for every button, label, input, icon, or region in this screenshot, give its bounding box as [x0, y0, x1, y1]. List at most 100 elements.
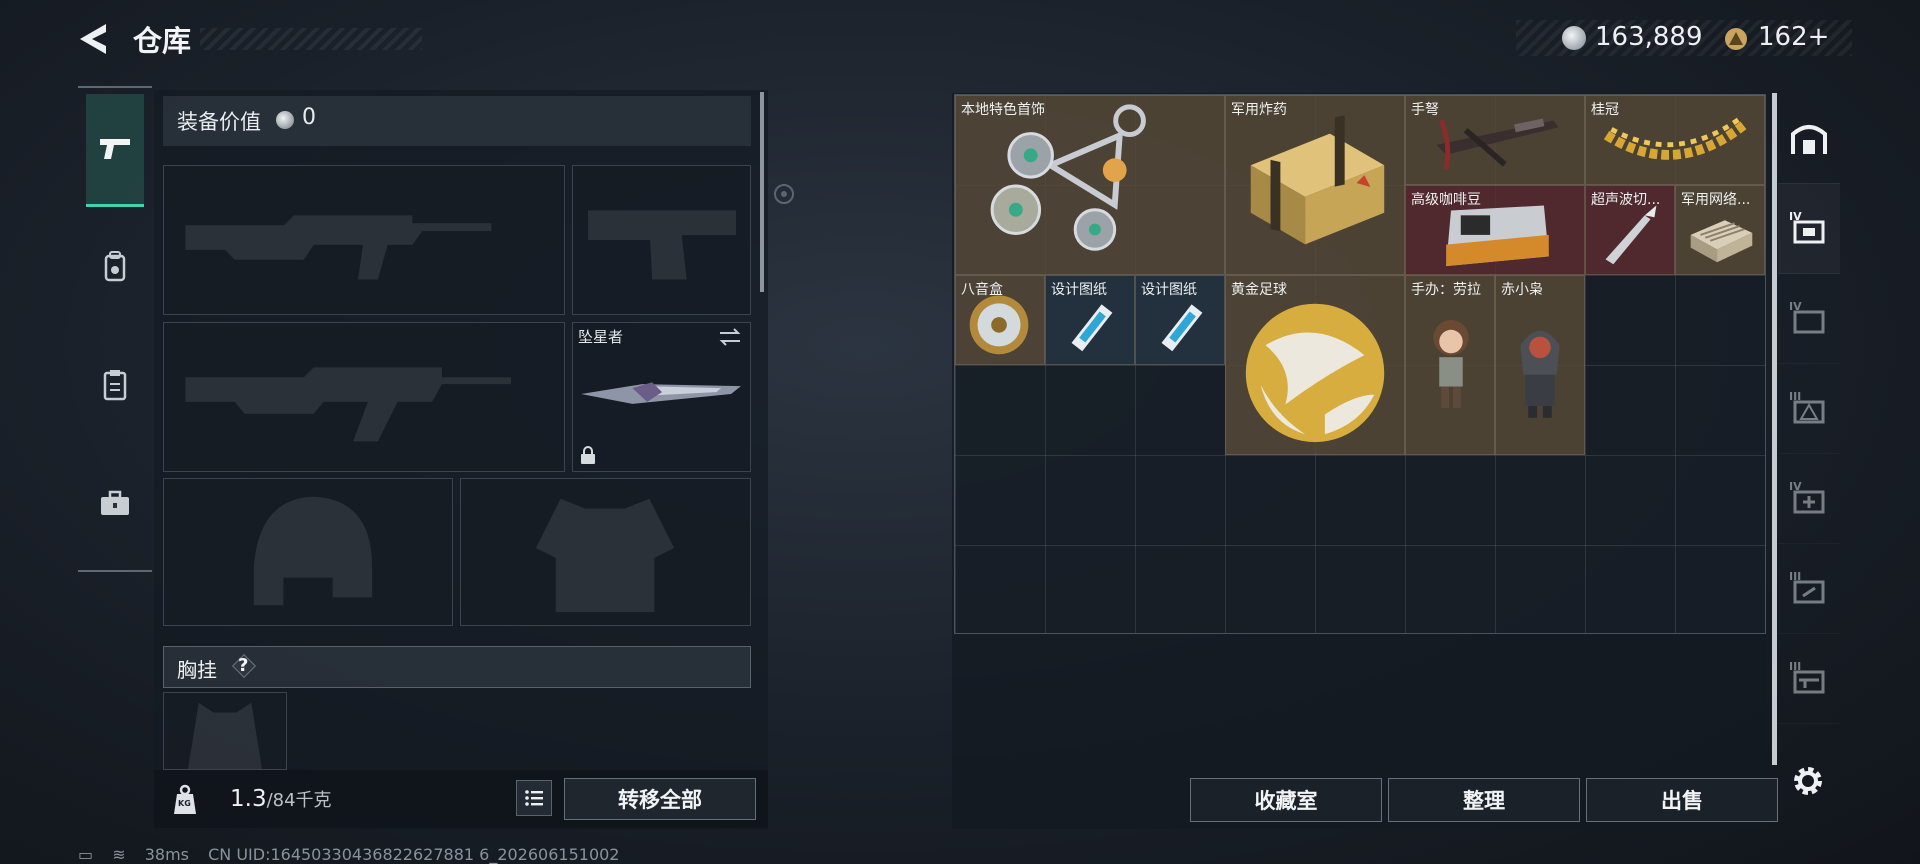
item-blueprint[interactable]: 设计图纸: [1135, 275, 1225, 365]
swap-icon[interactable]: [718, 327, 742, 347]
help-glyph: ?: [238, 655, 249, 676]
back-arrow-icon: [80, 24, 106, 54]
secondary-weapon-slot[interactable]: [163, 322, 565, 472]
item-blueprint[interactable]: 设计图纸: [1045, 275, 1135, 365]
rifle-silhouette-icon: [185, 367, 512, 442]
clipboard-icon: [103, 370, 127, 401]
tab-rifle-box-iii[interactable]: III: [1778, 633, 1840, 724]
medical-box-icon: IV: [1789, 480, 1825, 514]
left-category-tabs: [78, 86, 152, 572]
item-music-box[interactable]: 八音盒: [955, 275, 1045, 365]
vest-silhouette-icon: [187, 702, 263, 769]
helmet-silhouette-icon: [253, 496, 373, 606]
tab-storage-box-iv[interactable]: IV: [1778, 183, 1840, 274]
organize-button[interactable]: 整理: [1388, 778, 1580, 822]
vault-icon: [1791, 125, 1827, 154]
rifle-silhouette-icon: [185, 215, 492, 280]
target-icon: [766, 176, 802, 212]
chest-rig-slot[interactable]: [163, 692, 287, 770]
list-view-button[interactable]: [516, 780, 552, 816]
figure-lara-icon: [1433, 320, 1469, 409]
weight-max: /84千克: [266, 790, 332, 811]
figure-owl-icon: [1520, 330, 1560, 418]
weight-current: 1.3: [230, 786, 267, 812]
gold-triangle-coin-icon: [1724, 27, 1748, 51]
backpack-icon: [104, 251, 126, 282]
tab-medical-box-iv[interactable]: IV: [1778, 453, 1840, 544]
lock-icon: [581, 446, 595, 464]
jewelry-icon: [990, 104, 1146, 251]
item-name: 手弩: [1411, 102, 1439, 118]
toolbox-icon: [101, 490, 129, 515]
status-bar: ▭ ≋ 38ms CN UID:16450330436822627881 6_2…: [78, 845, 633, 864]
loadout-scrollbar[interactable]: [760, 92, 764, 292]
equip-value-label: 装备价值: [177, 110, 261, 134]
item-name: 手办：劳拉: [1411, 282, 1481, 298]
gear-icon: [1794, 767, 1822, 795]
weight-readout: 1.3/84千克: [230, 786, 332, 812]
storage-scrollbar[interactable]: [1772, 93, 1777, 765]
storage-category-tabs: IV IV III IV III III: [1778, 93, 1840, 829]
back-button[interactable]: [78, 20, 114, 58]
item-name: 桂冠: [1591, 102, 1619, 118]
item-name: 设计图纸: [1051, 282, 1107, 298]
knife-name: 坠星者: [578, 328, 624, 346]
item-name: 设计图纸: [1141, 282, 1197, 298]
weight-icon-text: KG: [178, 799, 191, 808]
item-local-jewelry[interactable]: 本地特色首饰: [955, 95, 1225, 275]
silver-coin-icon: [276, 111, 294, 129]
sidearm-slot[interactable]: [572, 165, 751, 315]
storage-grid: 本地特色首饰 军用炸药 手弩 桂冠 高级咖啡豆 超声波切... 军用网络... …: [954, 94, 1766, 634]
battery-icon: ▭: [78, 845, 94, 864]
settings-button[interactable]: [1790, 763, 1826, 799]
item-figure-lara[interactable]: 手办：劳拉: [1405, 275, 1495, 455]
transfer-all-button[interactable]: 转移全部: [564, 778, 756, 820]
tab-folder-box-iv[interactable]: IV: [1778, 273, 1840, 364]
item-name: 高级咖啡豆: [1411, 192, 1481, 208]
item-golden-football[interactable]: 黄金足球: [1225, 275, 1405, 455]
item-military-explosive[interactable]: 军用炸药: [1225, 95, 1405, 275]
rifle-box-icon: III: [1789, 660, 1825, 694]
folder-box-icon: IV: [1789, 300, 1825, 334]
currency-main-amount: 163,889: [1595, 22, 1703, 52]
tab-vault[interactable]: [1778, 93, 1840, 184]
golden-football-icon: [1245, 303, 1385, 443]
ping-readout: 38ms: [144, 845, 189, 864]
item-name: 超声波切...: [1591, 192, 1661, 208]
equip-value-amount: 0: [302, 105, 316, 130]
tab-warning-box-iii[interactable]: III: [1778, 363, 1840, 454]
item-name: 黄金足球: [1231, 282, 1287, 298]
helmet-slot[interactable]: [163, 478, 453, 626]
primary-weapon-slot[interactable]: [163, 165, 565, 315]
item-military-network[interactable]: 军用网络...: [1675, 185, 1765, 275]
storage-box-icon: IV: [1789, 210, 1825, 244]
sell-button[interactable]: 出售: [1586, 778, 1778, 822]
page-title: 仓库: [133, 24, 192, 58]
item-name: 八音盒: [961, 282, 1003, 298]
item-premium-coffee-beans[interactable]: 高级咖啡豆: [1405, 185, 1585, 275]
collection-room-button[interactable]: 收藏室: [1190, 778, 1382, 822]
item-name: 军用网络...: [1681, 192, 1751, 208]
armor-slot[interactable]: [460, 478, 751, 626]
tab-toolbox[interactable]: [86, 448, 144, 558]
tab-backpack[interactable]: [86, 212, 144, 322]
item-crossbow[interactable]: 手弩: [1405, 95, 1585, 185]
tab-tool-box-iii[interactable]: III: [1778, 543, 1840, 634]
tab-vest[interactable]: [86, 330, 144, 440]
pistol-silhouette-icon: [587, 210, 736, 280]
tab-weapons[interactable]: [86, 94, 144, 207]
item-name: 赤小枭: [1501, 282, 1543, 298]
item-name: 本地特色首饰: [961, 102, 1045, 118]
currency-secondary-amount[interactable]: 162+: [1758, 22, 1829, 52]
item-figure-owl[interactable]: 赤小枭: [1495, 275, 1585, 455]
item-name: 军用炸药: [1231, 102, 1287, 118]
item-laurel-crown[interactable]: 桂冠: [1585, 95, 1765, 185]
item-ultrasonic-cutter[interactable]: 超声波切...: [1585, 185, 1675, 275]
list-icon: [525, 790, 543, 806]
pistol-icon: [100, 139, 130, 159]
wifi-icon: ≋: [112, 845, 126, 864]
title-decoration: [200, 28, 422, 50]
warning-box-icon: III: [1789, 390, 1825, 424]
chest-help-button[interactable]: ?: [230, 652, 258, 680]
explosive-crate-icon: [1250, 115, 1385, 245]
